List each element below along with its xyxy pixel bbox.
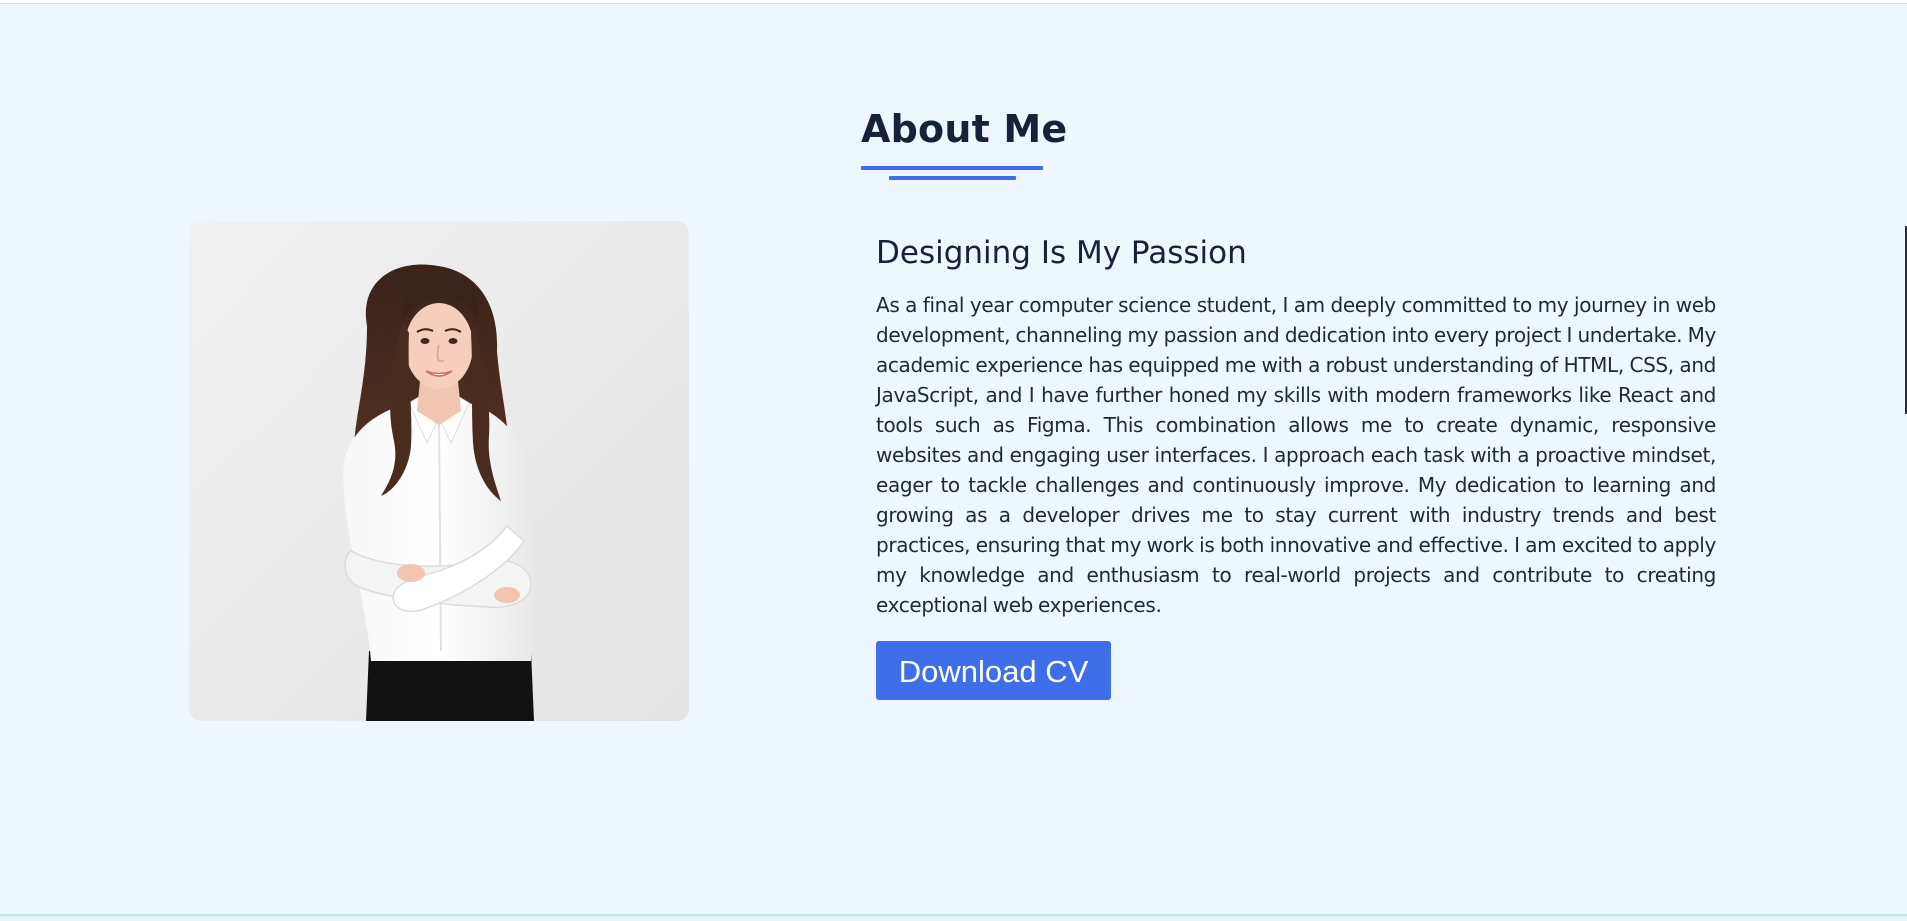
title-underline-short (889, 176, 1016, 180)
bottom-border (0, 914, 1907, 921)
about-content: Designing Is My Passion As a final year … (876, 232, 1716, 700)
title-underline-long (861, 166, 1043, 170)
profile-photo (189, 221, 689, 721)
section-title: About Me (861, 107, 1068, 151)
about-bio: As a final year computer science student… (876, 293, 1716, 617)
about-headline: Designing Is My Passion (876, 235, 1247, 271)
portrait-illustration (189, 221, 689, 721)
top-border (0, 0, 1907, 4)
download-cv-button[interactable]: Download CV (876, 641, 1111, 700)
